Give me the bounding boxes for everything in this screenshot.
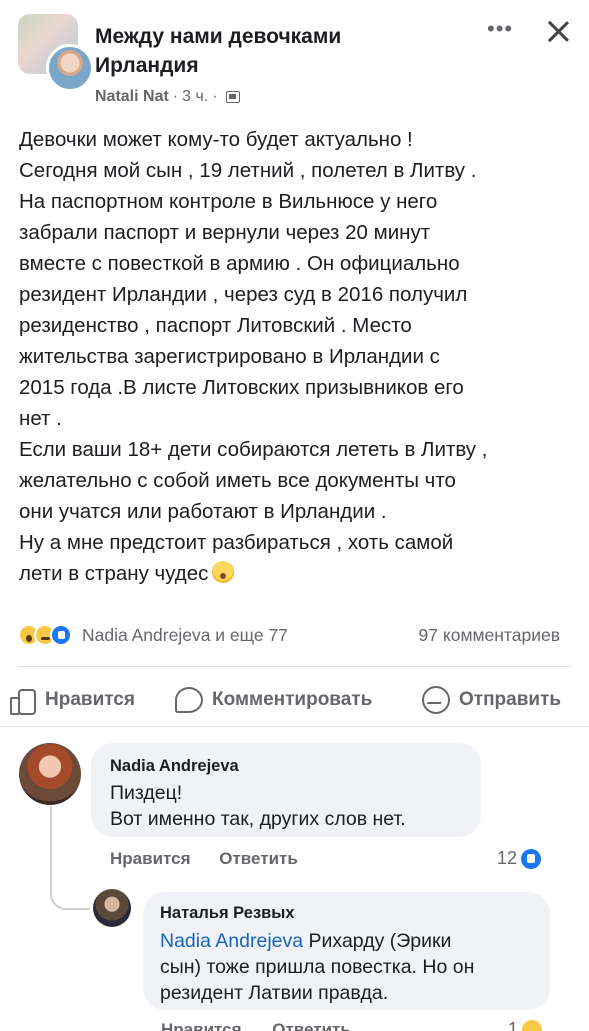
meta-separator: · <box>212 88 218 105</box>
like-button[interactable]: Нравится <box>8 682 135 718</box>
post-line: нет . <box>19 407 62 430</box>
post-header: Между нами девочками Ирландия Natali Nat… <box>0 0 589 118</box>
like-badge-icon <box>521 848 542 869</box>
comment-line: резидент Латвии правда. <box>160 982 389 1004</box>
shocked-emoji-icon <box>212 561 235 583</box>
group-name-line1[interactable]: Между нами девочками <box>95 22 495 51</box>
commenter-name[interactable]: Nadia Andrejeva <box>110 757 481 776</box>
comment-actions: Нравится Ответить <box>110 849 322 869</box>
send-button[interactable]: Отправить <box>422 682 561 718</box>
comment-line: Пиздец! <box>110 782 183 804</box>
reaction-count-value: 1 <box>508 1019 519 1031</box>
post-line: резиденство , паспорт Литовский . Место <box>19 314 412 337</box>
post-actions: Нравится Комментировать Отправить <box>0 682 589 718</box>
emoji-badge-icon <box>522 1019 543 1031</box>
post-line: На паспортном контроле в Вильнюсе у него <box>19 190 438 213</box>
comment-bubble: Nadia Andrejeva Пиздец! Вот именно так, … <box>91 743 481 837</box>
comment-bubble-icon <box>175 687 203 713</box>
more-options-icon[interactable]: ••• <box>487 18 517 40</box>
comment-button[interactable]: Комментировать <box>175 682 372 718</box>
post-line: они учатся или работают в Ирландии . <box>19 500 387 523</box>
group-avatar[interactable] <box>18 14 94 92</box>
comment-reply-button[interactable]: Ответить <box>272 1020 351 1031</box>
comment-reply-button[interactable]: Ответить <box>219 849 298 868</box>
send-button-label: Отправить <box>459 689 562 710</box>
commenter-name[interactable]: Наталья Резвых <box>160 904 550 923</box>
reactions-summary[interactable]: Nadia Andrejeva и еще 77 97 комментариев <box>18 620 578 650</box>
post-line: Если ваши 18+ дети собираются лететь в Л… <box>19 438 488 461</box>
comment-reaction-count[interactable]: 1 <box>508 1019 543 1031</box>
post-line: Девочки может кому-то будет актуально ! <box>19 128 413 151</box>
post-meta: Natali Nat · 3 ч. · <box>95 88 240 106</box>
post-line-text: лети в страну чудес <box>19 562 209 585</box>
comment-line: Вот именно так, других слов нет. <box>110 808 406 830</box>
divider <box>18 666 571 667</box>
post-time[interactable]: 3 ч. <box>182 88 208 106</box>
mention-link[interactable]: Nadia Andrejeva <box>160 930 303 952</box>
post-line: вместе с повесткой в армию . Он официаль… <box>19 252 460 275</box>
author-avatar[interactable] <box>46 44 94 92</box>
group-name[interactable]: Между нами девочками Ирландия <box>95 22 495 80</box>
comment-line-text: Рихарду (Эрики <box>303 930 452 952</box>
comment-like-button[interactable]: Нравится <box>161 1020 242 1031</box>
commenter-avatar[interactable] <box>93 889 131 927</box>
divider <box>0 726 589 727</box>
audience-icon <box>225 91 240 103</box>
post-line: жительства зарегистрировано в Ирландии с <box>19 345 440 368</box>
reply-thread-line <box>50 806 90 910</box>
like-reaction-icon <box>50 624 72 646</box>
reaction-count-value: 12 <box>497 848 518 868</box>
like-button-label: Нравится <box>45 689 135 710</box>
comment-bubble: Наталья Резвых Nadia Andrejeva Рихарду (… <box>143 892 550 1010</box>
meta-separator: · <box>172 88 179 105</box>
post-line: Ну а мне предстоит разбираться , хоть са… <box>19 531 454 554</box>
group-name-line2[interactable]: Ирландия <box>95 51 495 80</box>
comments-count[interactable]: 97 комментариев <box>419 625 560 646</box>
close-icon[interactable] <box>543 16 573 46</box>
comment-actions: Нравится Ответить <box>161 1020 377 1031</box>
post-line: забрали паспорт и вернули через 20 минут <box>19 221 431 244</box>
post-text: Девочки может кому-то будет актуально ! … <box>19 124 579 589</box>
messenger-icon <box>422 686 450 714</box>
reaction-icons <box>18 624 72 646</box>
post-line: желательно с собой иметь все документы ч… <box>19 469 456 492</box>
comment-like-button[interactable]: Нравится <box>110 849 191 868</box>
commenter-avatar[interactable] <box>19 743 81 805</box>
thumbs-up-icon <box>8 687 36 715</box>
post-line: 2015 года .В листе Литовских призывников… <box>19 376 464 399</box>
reactions-names[interactable]: Nadia Andrejeva и еще 77 <box>82 625 288 646</box>
comment-button-label: Комментировать <box>212 689 373 710</box>
post-line-last: лети в страну чудес <box>19 558 579 589</box>
post-line: Сегодня мой сын , 19 летний , полетел в … <box>19 159 477 182</box>
comment-line: Nadia Andrejeva Рихарду (Эрики <box>160 928 550 954</box>
comment-reaction-count[interactable]: 12 <box>497 848 542 869</box>
post-line: резидент Ирландии , через суд в 2016 пол… <box>19 283 468 306</box>
comment-line: сын) тоже пришла повестка. Но он <box>160 956 475 978</box>
author-name[interactable]: Natali Nat <box>95 88 169 106</box>
